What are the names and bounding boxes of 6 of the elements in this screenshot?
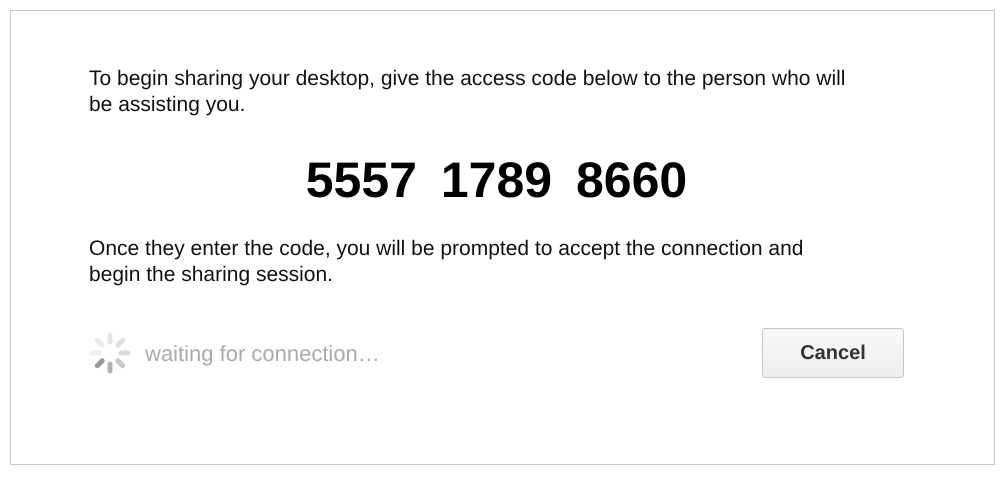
loading-spinner-icon: [89, 332, 131, 374]
status-text: waiting for connection…: [145, 340, 380, 368]
access-code: 5557 1789 8660: [304, 152, 688, 208]
cancel-button[interactable]: Cancel: [762, 328, 904, 378]
intro-text: To begin sharing your desktop, give the access code below to the person who will be assisting you.: [89, 66, 846, 118]
instructions-text: Once they enter the code, you will be prompted to accept the connection and begin the sharing session.: [89, 236, 804, 288]
